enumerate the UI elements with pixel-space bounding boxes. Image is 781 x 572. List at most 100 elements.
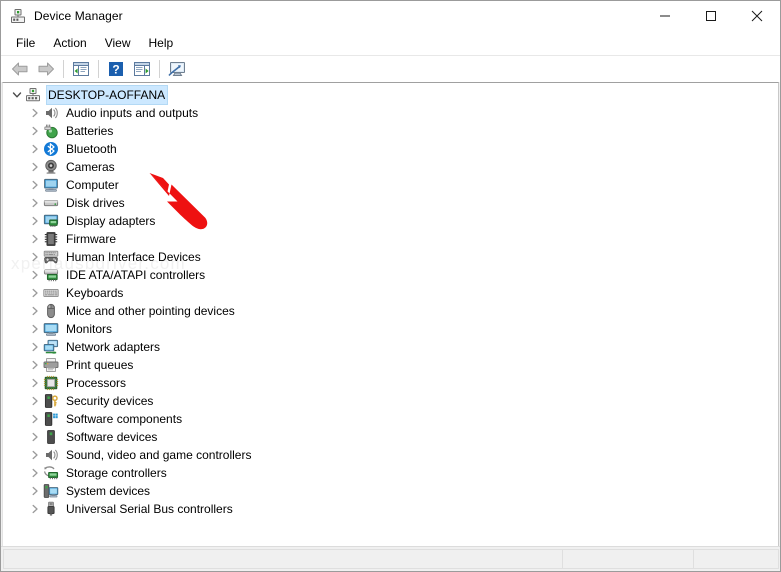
tree-item-monitors[interactable]: Monitors	[3, 320, 778, 338]
tree-item-keyboards[interactable]: Keyboards	[3, 284, 778, 302]
tree-item-firmware[interactable]: Firmware	[3, 230, 778, 248]
window-controls	[642, 1, 780, 31]
chevron-right-icon[interactable]	[27, 105, 43, 121]
tree-item-label: Display adapters	[66, 214, 156, 228]
firmware-chip-icon	[43, 231, 59, 247]
chevron-right-icon[interactable]	[27, 195, 43, 211]
tree-item-label: Human Interface Devices	[66, 250, 201, 264]
tree-item-computer[interactable]: Computer	[3, 176, 778, 194]
tree-item-network-adapters[interactable]: Network adapters	[3, 338, 778, 356]
tree-root-row[interactable]: DESKTOP-AOFFANA	[3, 85, 778, 105]
tree-item-software-devices[interactable]: Software devices	[3, 428, 778, 446]
chevron-right-icon[interactable]	[27, 429, 43, 445]
chevron-right-icon[interactable]	[27, 267, 43, 283]
chevron-right-icon[interactable]	[27, 357, 43, 373]
tree-item-ide-ata-atapi-controllers[interactable]: IDE ATA/ATAPI controllers	[3, 266, 778, 284]
tree-item-system-devices[interactable]: System devices	[3, 482, 778, 500]
toolbar-separator	[63, 60, 64, 78]
computer-icon	[43, 177, 59, 193]
tree-item-storage-controllers[interactable]: Storage controllers	[3, 464, 778, 482]
chevron-right-icon[interactable]	[27, 141, 43, 157]
tree-item-label: Software devices	[66, 430, 158, 444]
menu-help[interactable]: Help	[140, 33, 183, 54]
tree-item-cameras[interactable]: Cameras	[3, 158, 778, 176]
menu-file[interactable]: File	[7, 33, 44, 54]
tree-item-universal-serial-bus-controllers[interactable]: Universal Serial Bus controllers	[3, 500, 778, 518]
tree-item-label: Bluetooth	[66, 142, 117, 156]
sound-speaker-icon	[43, 447, 59, 463]
bluetooth-icon	[43, 141, 59, 157]
chevron-right-icon[interactable]	[27, 177, 43, 193]
tree-item-human-interface-devices[interactable]: Human Interface Devices	[3, 248, 778, 266]
device-tree[interactable]: xperiausbdriver.com xperiausbdriver.com	[2, 82, 779, 546]
tree-item-label: Monitors	[66, 322, 113, 336]
maximize-icon	[706, 11, 716, 21]
tree-item-label: Network adapters	[66, 340, 161, 354]
keyboard-icon	[43, 285, 59, 301]
computer-root-icon	[25, 87, 41, 103]
tree-item-label: Processors	[66, 376, 127, 390]
help-question-icon: ?	[109, 62, 123, 76]
chevron-right-icon[interactable]	[27, 447, 43, 463]
scan-monitor-icon	[168, 62, 185, 77]
window-title: Device Manager	[34, 9, 123, 23]
properties-button[interactable]	[129, 58, 155, 81]
tree-item-label: Print queues	[66, 358, 134, 372]
chevron-right-icon[interactable]	[27, 159, 43, 175]
help-button[interactable]: ?	[103, 58, 129, 81]
tree-item-label: Disk drives	[66, 196, 125, 210]
tree-item-sound-video-and-game-controllers[interactable]: Sound, video and game controllers	[3, 446, 778, 464]
status-pane-tertiary	[693, 549, 779, 569]
forward-button[interactable]	[33, 58, 59, 81]
chevron-right-icon[interactable]	[27, 123, 43, 139]
software-device-icon	[43, 429, 59, 445]
chevron-right-icon[interactable]	[27, 249, 43, 265]
menu-view[interactable]: View	[96, 33, 140, 54]
chevron-right-icon[interactable]	[27, 321, 43, 337]
chevron-right-icon[interactable]	[27, 339, 43, 355]
network-adapter-icon	[43, 339, 59, 355]
chevron-right-icon[interactable]	[27, 465, 43, 481]
tree-item-print-queues[interactable]: Print queues	[3, 356, 778, 374]
tree-item-software-components[interactable]: Software components	[3, 410, 778, 428]
chevron-right-icon[interactable]	[27, 213, 43, 229]
tree-item-label: Security devices	[66, 394, 154, 408]
tree-item-security-devices[interactable]: Security devices	[3, 392, 778, 410]
tree-item-disk-drives[interactable]: Disk drives	[3, 194, 778, 212]
close-button[interactable]	[734, 1, 780, 31]
chevron-right-icon[interactable]	[27, 411, 43, 427]
device-manager-icon	[10, 8, 26, 24]
chevron-right-icon[interactable]	[27, 375, 43, 391]
processor-icon	[43, 375, 59, 391]
tree-item-label: Audio inputs and outputs	[66, 106, 199, 120]
chevron-down-icon[interactable]	[9, 87, 25, 103]
tree-item-audio-inputs-and-outputs[interactable]: Audio inputs and outputs	[3, 104, 778, 122]
show-hide-console-tree-button[interactable]	[68, 58, 94, 81]
speaker-icon	[43, 105, 59, 121]
chevron-right-icon[interactable]	[27, 285, 43, 301]
tree-item-batteries[interactable]: Batteries	[3, 122, 778, 140]
minimize-icon	[660, 15, 670, 17]
camera-icon	[43, 159, 59, 175]
tree-item-label: Firmware	[66, 232, 116, 246]
back-button[interactable]	[7, 58, 33, 81]
chevron-right-icon[interactable]	[27, 303, 43, 319]
tree-item-label: Keyboards	[66, 286, 124, 300]
chevron-right-icon[interactable]	[27, 483, 43, 499]
toolbar-separator	[98, 60, 99, 78]
chevron-right-icon[interactable]	[27, 231, 43, 247]
tree-item-label: Universal Serial Bus controllers	[66, 502, 233, 516]
menu-action[interactable]: Action	[44, 33, 95, 54]
usb-icon	[43, 501, 59, 517]
maximize-button[interactable]	[688, 1, 734, 31]
chevron-right-icon[interactable]	[27, 393, 43, 409]
tree-item-processors[interactable]: Processors	[3, 374, 778, 392]
minimize-button[interactable]	[642, 1, 688, 31]
chevron-right-icon[interactable]	[27, 501, 43, 517]
tree-item-label: IDE ATA/ATAPI controllers	[66, 268, 206, 282]
tree-item-display-adapters[interactable]: Display adapters	[3, 212, 778, 230]
system-device-icon	[43, 483, 59, 499]
tree-item-mice-and-other-pointing-devices[interactable]: Mice and other pointing devices	[3, 302, 778, 320]
scan-hardware-changes-button[interactable]	[164, 58, 190, 81]
tree-item-bluetooth[interactable]: Bluetooth	[3, 140, 778, 158]
